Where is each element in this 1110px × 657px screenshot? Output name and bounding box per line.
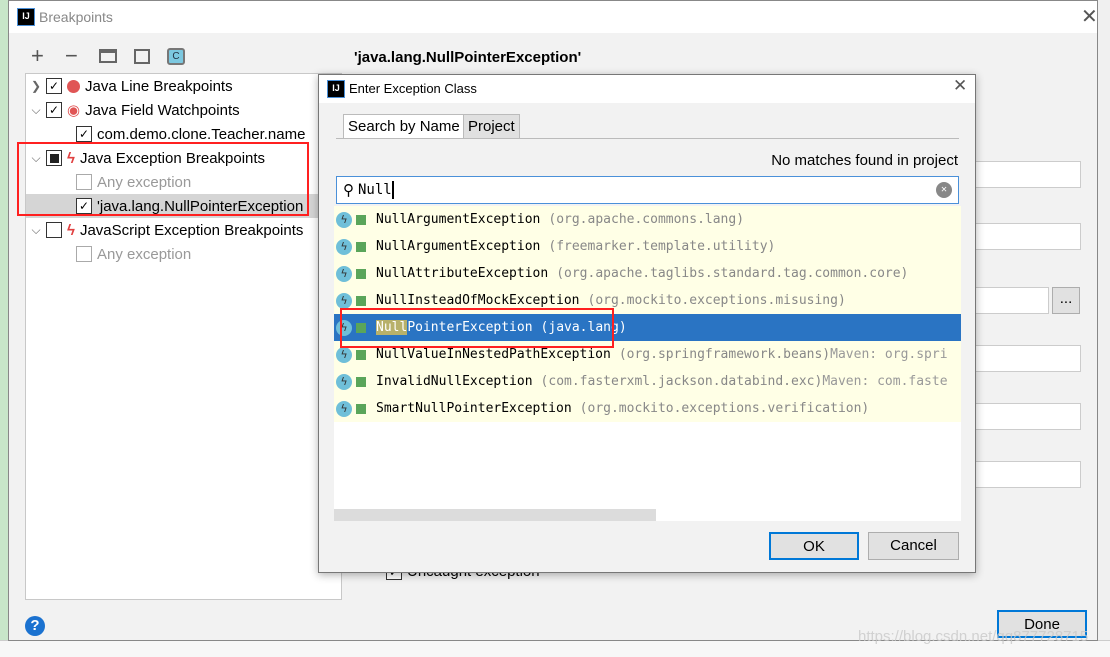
lock-icon bbox=[356, 403, 366, 414]
enter-exception-class-dialog: IJ Enter Exception Class ✕ Search by Nam… bbox=[318, 74, 976, 573]
checkbox[interactable]: ✓ bbox=[46, 102, 62, 118]
tree-item[interactable]: ❯ ✓ Java Line Breakpoints bbox=[26, 74, 341, 98]
intellij-logo-icon: IJ bbox=[17, 8, 35, 26]
combo-field[interactable] bbox=[969, 161, 1081, 188]
exception-class-icon: ϟ bbox=[336, 265, 352, 282]
lock-icon bbox=[356, 349, 366, 360]
result-name: InvalidNullException bbox=[376, 374, 533, 389]
annotation-box bbox=[17, 142, 309, 216]
search-input[interactable]: ⚲ Null ✕ bbox=[336, 176, 959, 204]
result-item[interactable]: ϟ NullAttributeException (org.apache.tagli… bbox=[334, 260, 961, 287]
result-name: NullInsteadOfMockException bbox=[376, 293, 580, 308]
result-name: NullArgumentException bbox=[376, 212, 541, 227]
horizontal-scrollbar[interactable] bbox=[334, 509, 656, 521]
group-file-icon[interactable] bbox=[134, 49, 150, 64]
exception-class-icon: ϟ bbox=[336, 346, 352, 363]
status-text: No matches found in project bbox=[771, 152, 958, 169]
tree-item[interactable]: ⌵ ϟ JavaScript Exception Breakpoints bbox=[26, 218, 341, 242]
remove-icon[interactable]: − bbox=[65, 43, 78, 69]
chevron-right-icon[interactable]: ❯ bbox=[26, 79, 46, 93]
selected-breakpoint-title: 'java.lang.NullPointerException' bbox=[354, 49, 582, 66]
tab-project[interactable]: Project bbox=[463, 114, 520, 139]
close-icon[interactable]: ✕ bbox=[1081, 4, 1098, 29]
lock-icon bbox=[356, 376, 366, 387]
help-icon[interactable]: ? bbox=[25, 616, 45, 636]
intellij-logo-icon: IJ bbox=[327, 80, 345, 98]
search-value: Null bbox=[358, 182, 392, 198]
tree-label: com.demo.clone.Teacher.name bbox=[97, 125, 306, 143]
checkbox[interactable] bbox=[46, 222, 62, 238]
title-bar: IJ Breakpoints ✕ bbox=[9, 1, 1098, 33]
ok-button[interactable]: OK bbox=[769, 532, 859, 560]
exception-class-icon: ϟ bbox=[336, 238, 352, 255]
result-package: (org.mockito.exceptions.misusing) bbox=[587, 293, 846, 308]
result-package: (org.apache.taglibs.standard.tag.common.… bbox=[556, 266, 909, 281]
result-package: (org.mockito.exceptions.verification) bbox=[579, 401, 870, 416]
lightning-icon: ϟ bbox=[67, 221, 75, 239]
add-icon[interactable]: + bbox=[31, 43, 44, 69]
tab-search-by-name[interactable]: Search by Name bbox=[343, 114, 465, 139]
lock-icon bbox=[356, 214, 366, 225]
tree-item[interactable]: ⌵ ✓ ◉ Java Field Watchpoints bbox=[26, 98, 341, 122]
checkbox[interactable] bbox=[76, 246, 92, 262]
result-name: NullArgumentException bbox=[376, 239, 541, 254]
tree-label: Any exception bbox=[97, 245, 192, 263]
result-package: (freemarker.template.utility) bbox=[548, 239, 776, 254]
exception-class-icon: ϟ bbox=[336, 211, 352, 228]
search-icon: ⚲ bbox=[343, 181, 354, 199]
result-library: Maven: com.faste bbox=[822, 374, 948, 389]
watermark: https://blog.csdn.net/qq877728715 bbox=[858, 628, 1089, 645]
result-name: NullAttributeException bbox=[376, 266, 549, 281]
result-library: Maven: org.spri bbox=[830, 347, 948, 362]
dialog-title: Breakpoints bbox=[39, 9, 113, 25]
chevron-down-icon[interactable]: ⌵ bbox=[26, 223, 46, 238]
results-list: ϟ NullArgumentException (org.apache.common… bbox=[334, 206, 961, 521]
title-bar: IJ Enter Exception Class ✕ bbox=[319, 75, 975, 103]
result-name: NullValueInNestedPathException bbox=[376, 347, 611, 362]
exception-class-icon: ϟ bbox=[336, 373, 352, 390]
result-name: SmartNullPointerException bbox=[376, 401, 572, 416]
editor-background-right bbox=[1097, 0, 1110, 657]
red-dot-icon bbox=[67, 79, 80, 93]
result-item[interactable]: ϟ InvalidNullException (com.fasterxml.jack… bbox=[334, 368, 961, 395]
result-package: (com.fasterxml.jackson.databind.exc) bbox=[540, 374, 823, 389]
lock-icon bbox=[356, 241, 366, 252]
dialog-title: Enter Exception Class bbox=[349, 81, 477, 96]
path-field[interactable] bbox=[969, 223, 1081, 250]
annotation-box bbox=[340, 308, 614, 348]
checkbox[interactable]: ✓ bbox=[46, 78, 62, 94]
more-button[interactable]: ... bbox=[1052, 287, 1080, 314]
path-field[interactable] bbox=[969, 461, 1081, 488]
cancel-button[interactable]: Cancel bbox=[868, 532, 959, 560]
result-package: (org.springframework.beans) bbox=[618, 347, 831, 362]
tree-item[interactable]: Any exception bbox=[26, 242, 341, 266]
result-item[interactable]: ϟ SmartNullPointerException (org.mockito.e… bbox=[334, 395, 961, 422]
tree-label: Java Field Watchpoints bbox=[85, 101, 240, 119]
tree-label: JavaScript Exception Breakpoints bbox=[79, 221, 304, 239]
result-item[interactable]: ϟ NullArgumentException (org.apache.common… bbox=[334, 206, 961, 233]
exception-class-icon: ϟ bbox=[336, 292, 352, 309]
lock-icon bbox=[356, 295, 366, 306]
group-folder-icon[interactable] bbox=[99, 49, 117, 63]
result-package: (org.apache.commons.lang) bbox=[548, 212, 745, 227]
tree-label: Java Line Breakpoints bbox=[85, 77, 233, 95]
group-class-icon[interactable]: C bbox=[167, 48, 185, 65]
path-field[interactable] bbox=[969, 345, 1081, 372]
chevron-down-icon[interactable]: ⌵ bbox=[26, 103, 46, 118]
text-field[interactable] bbox=[969, 287, 1049, 314]
text-field[interactable] bbox=[969, 403, 1081, 430]
exception-class-icon: ϟ bbox=[336, 400, 352, 417]
lock-icon bbox=[356, 268, 366, 279]
checkbox[interactable]: ✓ bbox=[76, 126, 92, 142]
eye-icon: ◉ bbox=[67, 102, 81, 119]
result-item[interactable]: ϟ NullArgumentException (freemarker.templa… bbox=[334, 233, 961, 260]
clear-icon[interactable]: ✕ bbox=[936, 182, 952, 198]
close-icon[interactable]: ✕ bbox=[953, 76, 967, 96]
